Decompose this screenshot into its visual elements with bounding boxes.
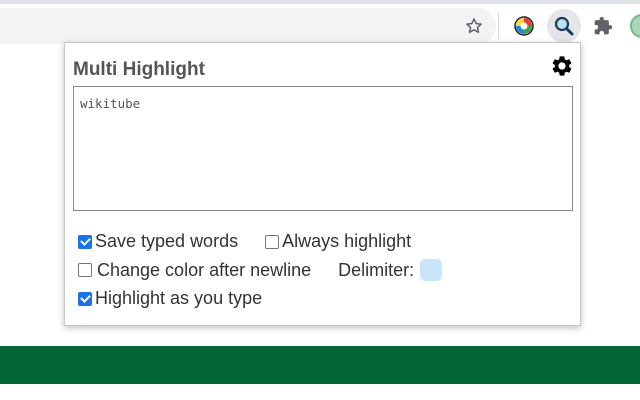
always-highlight-label: Always highlight [282,231,412,251]
options-row-3: Highlight as you type [78,288,262,309]
toolbar-top-border [0,0,640,4]
magnifier-extension-icon[interactable] [547,9,581,43]
delimiter-label: Delimiter: [338,259,415,280]
toolbar-separator [498,12,499,40]
highlight-as-you-type-label: Highlight as you type [95,288,263,308]
highlight-as-you-type-checkbox[interactable] [78,291,92,306]
gear-icon[interactable] [550,54,574,78]
profile-avatar[interactable] [630,14,640,38]
change-color-checkbox[interactable] [78,263,92,277]
save-typed-words-checkbox[interactable] [78,234,92,249]
save-typed-words-label: Save typed words [95,231,239,251]
color-wheel-extension-icon[interactable] [507,9,541,43]
change-color-label: Change color after newline [97,259,312,280]
always-highlight-checkbox[interactable] [265,234,280,249]
star-icon[interactable] [457,9,491,43]
delimiter-color-swatch[interactable] [420,259,443,281]
options-row-1: Save typed words Always highlight [78,231,411,252]
popup-title: Multi Highlight [73,59,205,80]
puzzle-extensions-icon[interactable] [586,9,620,43]
options-row-2: Change color after newline Delimiter: [78,259,443,281]
address-bar[interactable] [0,8,496,44]
page-green-band [0,346,640,384]
extension-popup: Multi Highlight wikitube Save typed word… [64,42,581,326]
words-textarea[interactable]: wikitube [73,86,573,211]
